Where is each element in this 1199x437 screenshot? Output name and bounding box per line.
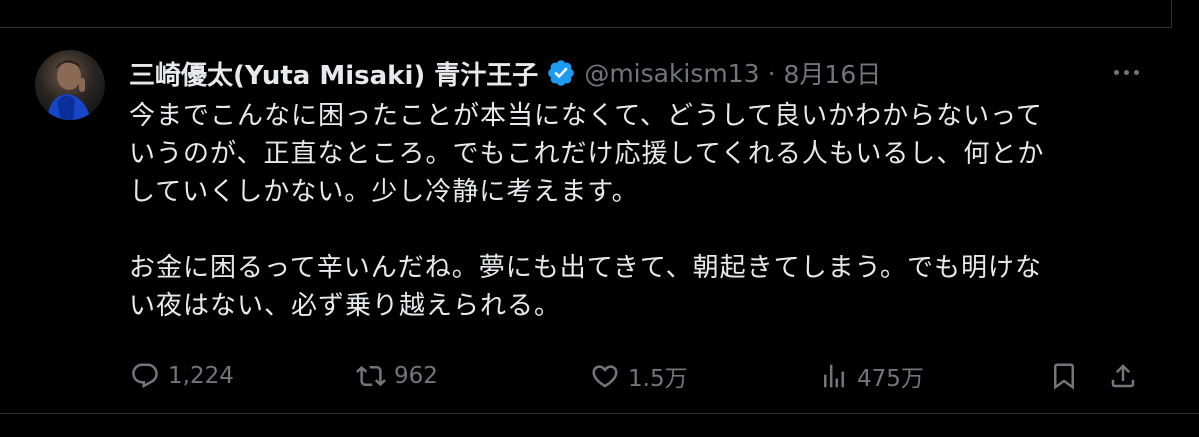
user-handle[interactable]: @misakism13	[584, 59, 759, 88]
heart-icon	[592, 365, 618, 388]
action-bar: 1,224 962 1.5万 475万	[0, 356, 1199, 396]
like-button[interactable]: 1.5万	[590, 356, 688, 396]
tweet-text: 今までこんなに困ったことが本当になくて、どうして良いかわからないって いうのが、…	[129, 101, 1045, 321]
tweet-frame: 三崎優太(Yuta Misaki) 青汁王子 @misakism13 · 8月1…	[0, 0, 1199, 437]
views-icon	[824, 364, 844, 388]
avatar-image	[47, 60, 91, 120]
display-name[interactable]: 三崎優太(Yuta Misaki) 青汁王子	[129, 55, 538, 92]
share-button[interactable]	[1108, 356, 1146, 396]
views-button[interactable]: 475万	[819, 356, 924, 396]
retweet-count: 962	[394, 363, 438, 389]
bookmark-button[interactable]	[1049, 356, 1087, 396]
avatar[interactable]	[35, 50, 105, 120]
views-count: 475万	[857, 366, 924, 392]
more-icon[interactable]	[1108, 60, 1144, 84]
reply-button[interactable]: 1,224	[130, 356, 234, 396]
reply-icon	[132, 363, 158, 389]
tweet-header: 三崎優太(Yuta Misaki) 青汁王子 @misakism13 · 8月1…	[129, 55, 882, 92]
retweet-icon	[356, 365, 386, 387]
divider	[1171, 0, 1172, 28]
separator: ·	[767, 58, 776, 88]
like-count: 1.5万	[628, 366, 688, 392]
tweet-date[interactable]: 8月16日	[784, 55, 882, 91]
bookmark-icon	[1054, 363, 1074, 390]
divider	[0, 27, 1172, 28]
verified-badge-icon[interactable]	[546, 58, 576, 88]
divider	[0, 413, 1199, 414]
share-icon	[1111, 364, 1135, 388]
retweet-button[interactable]: 962	[356, 356, 438, 396]
reply-count: 1,224	[168, 363, 234, 389]
